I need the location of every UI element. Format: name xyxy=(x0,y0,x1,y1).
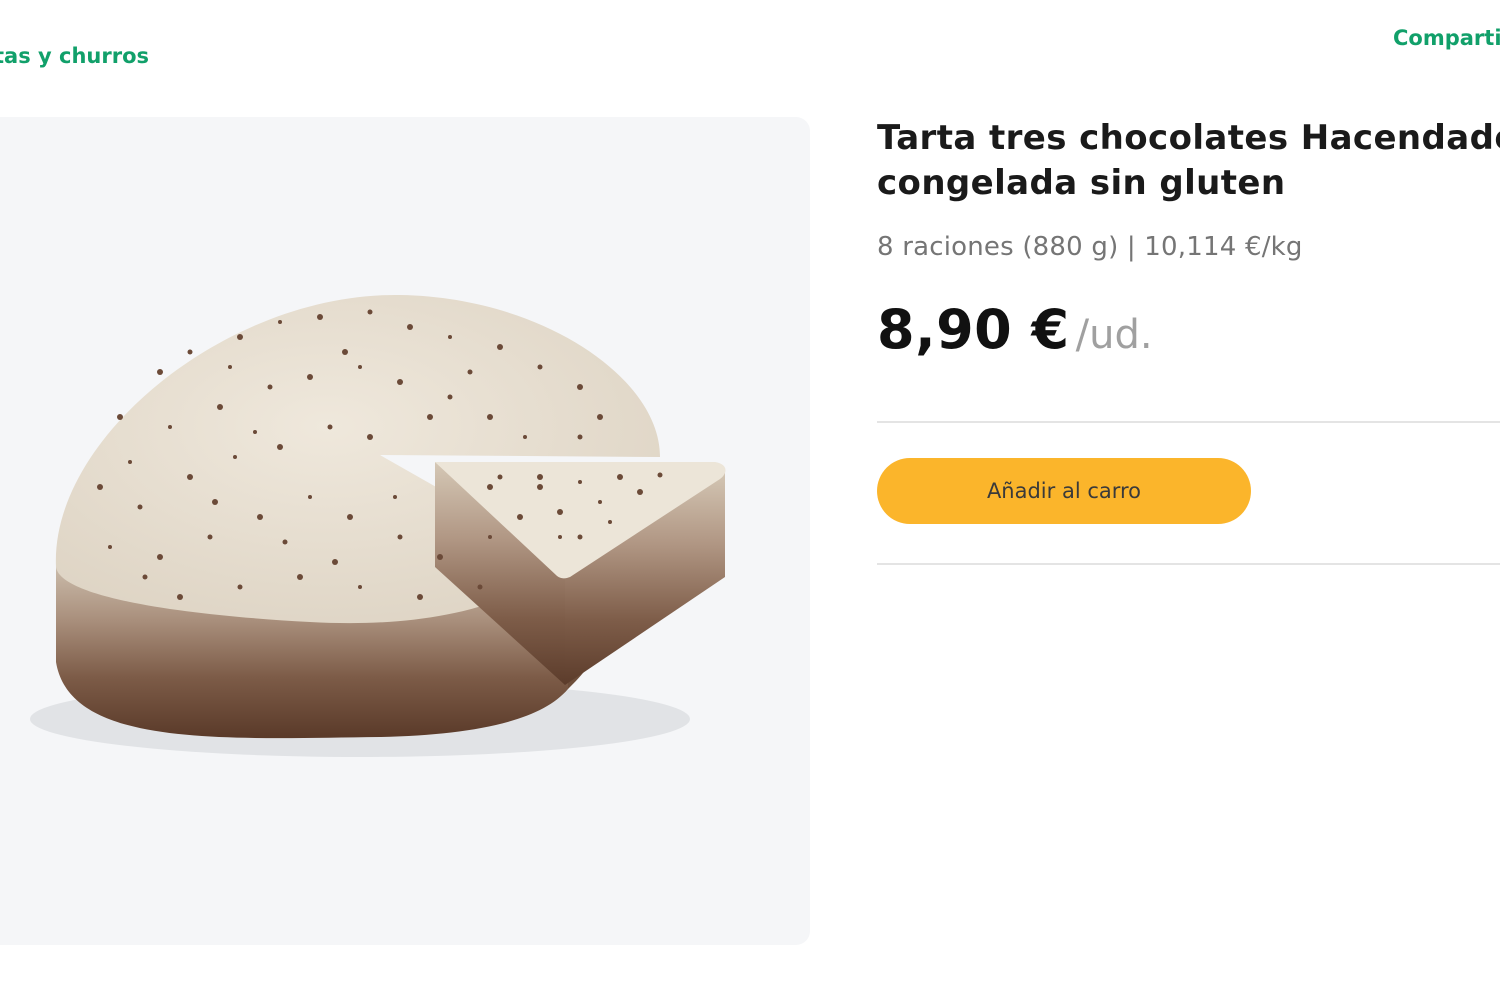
share-link[interactable]: Comparti xyxy=(1393,26,1500,50)
product-title-line-1: Tarta tres chocolates Hacendado xyxy=(877,118,1500,158)
divider-top xyxy=(877,421,1500,423)
price-row: 8,90 €/ud. xyxy=(877,298,1153,361)
product-title-line-2: congelada sin gluten xyxy=(877,163,1286,203)
product-title: Tarta tres chocolates Hacendado congelad… xyxy=(877,116,1500,206)
product-format: 8 raciones (880 g) | 10,114 €/kg xyxy=(877,232,1303,262)
breadcrumb-category-link[interactable]: tas y churros xyxy=(0,44,149,68)
product-image xyxy=(30,294,726,757)
product-page: tas y churros Comparti Tarta tres chocol… xyxy=(0,0,1500,1000)
add-to-cart-button[interactable]: Añadir al carro xyxy=(877,458,1251,524)
product-price: 8,90 € xyxy=(877,298,1070,361)
product-image-panel xyxy=(0,117,810,945)
price-unit: /ud. xyxy=(1075,312,1153,358)
divider-bottom xyxy=(877,563,1500,565)
